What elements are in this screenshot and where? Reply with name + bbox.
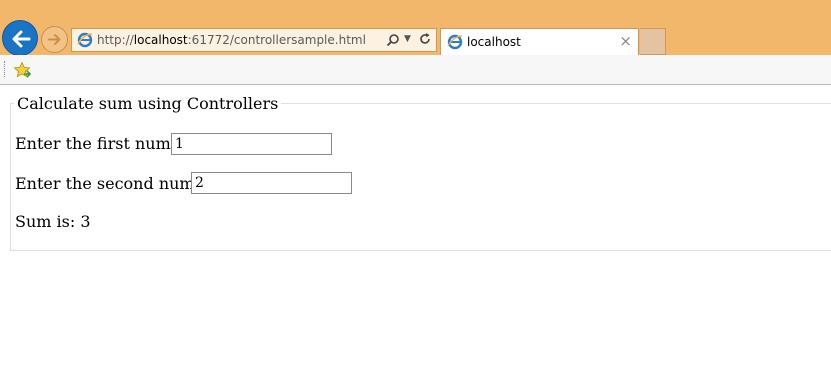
address-host: localhost (133, 33, 188, 47)
ie-tab-icon (447, 34, 463, 53)
new-tab-button[interactable] (640, 28, 666, 55)
ie-page-icon (77, 32, 93, 51)
sum-value: 3 (80, 212, 91, 231)
back-button[interactable] (2, 20, 38, 56)
address-path: :61772/controllersample.html (187, 33, 366, 47)
favorites-bar (0, 55, 831, 85)
toolbar-grip[interactable] (4, 61, 7, 77)
dropdown-caret-icon[interactable]: ▼ (404, 34, 411, 44)
refresh-icon[interactable] (418, 32, 432, 49)
tab-title: localhost (467, 35, 521, 49)
tab-localhost[interactable]: localhost × (440, 28, 639, 55)
add-to-favorites-icon[interactable] (13, 61, 32, 83)
search-icon[interactable] (386, 33, 400, 50)
forward-arrow-icon (48, 34, 61, 45)
address-url: http://localhost:61772/controllersample.… (97, 33, 366, 47)
address-scheme: http:// (97, 33, 134, 47)
fieldset-legend: Calculate sum using Controllers (14, 94, 282, 113)
sum-result: Sum is: 3 (15, 212, 91, 231)
address-bar[interactable]: http://localhost:61772/controllersample.… (71, 28, 437, 52)
sum-label: Sum is: (15, 212, 76, 231)
second-number-input[interactable] (191, 172, 352, 194)
back-arrow-icon (12, 30, 31, 48)
first-number-input[interactable] (171, 133, 332, 155)
close-tab-icon[interactable]: × (619, 32, 632, 50)
forward-button[interactable] (41, 26, 68, 53)
browser-titlebar: http://localhost:61772/controllersample.… (0, 0, 831, 56)
